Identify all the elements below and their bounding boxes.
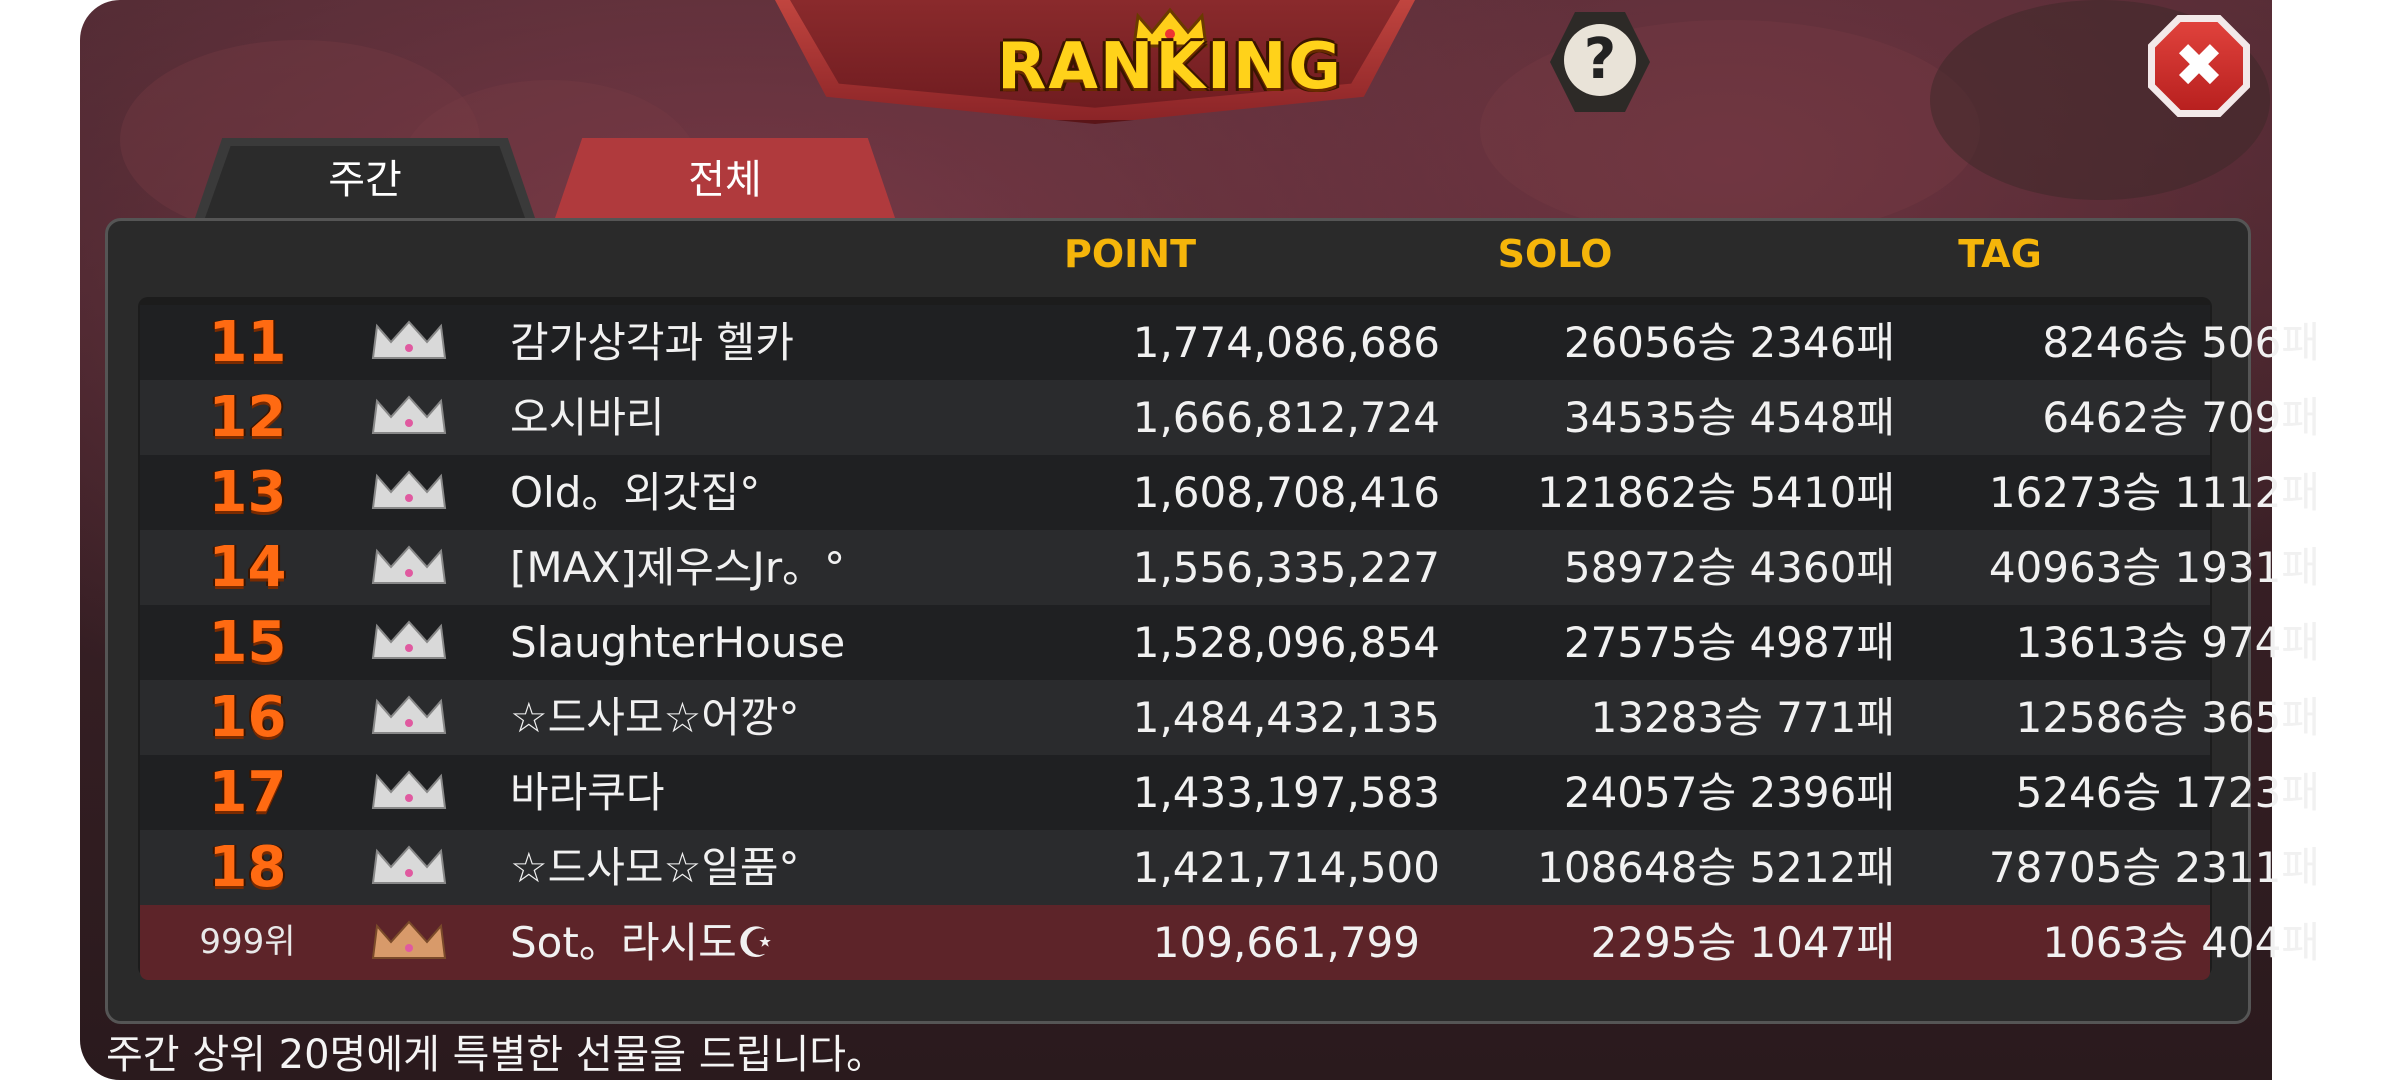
tab-weekly-label[interactable]: 주간 [195,138,535,218]
player-tag-record: 78705승 2311패 [1988,843,2320,892]
my-tag-record: 1063승 404패 [2042,918,2320,967]
crown-icon [365,755,455,830]
player-tag-record: 6462승 709패 [2042,393,2320,442]
player-tag-record: 12586승 365패 [2015,693,2320,742]
player-solo-record: 34535승 4548패 [1563,393,1895,442]
column-header-tag: TAG [1958,232,2042,276]
table-row[interactable]: 15 SlaughterHouse 1,528,096,854 27575승 4… [140,605,2320,680]
player-solo-record: 108648승 5212패 [1537,843,1895,892]
table-row[interactable]: 16 ☆드사모☆어깡° 1,484,432,135 13283승 771패 12… [140,680,2320,755]
player-point: 1,484,432,135 [1132,693,1440,742]
my-rank: 999위 [199,922,296,962]
player-point: 1,774,086,686 [1132,318,1440,367]
rank-number: 18 [208,835,287,900]
player-tag-record: 40963승 1931패 [1988,543,2320,592]
rank-number: 17 [208,760,287,825]
tab-all[interactable]: 전체 [555,138,895,218]
rank-number: 16 [208,685,287,750]
player-solo-record: 58972승 4360패 [1563,543,1895,592]
rank-number: 15 [208,610,287,675]
question-icon[interactable]: ? [1564,24,1636,96]
player-tag-record: 13613승 974패 [2015,618,2320,667]
table-row[interactable]: 17 바라쿠다 1,433,197,583 24057승 2396패 5246승… [140,755,2320,830]
player-solo-record: 121862승 5410패 [1537,468,1895,517]
player-solo-record: 27575승 4987패 [1563,618,1895,667]
crown-icon [365,380,455,455]
column-header-point: POINT [1063,232,1197,276]
close-icon[interactable]: ✖ [2155,22,2243,110]
player-solo-record: 24057승 2396패 [1563,768,1895,817]
table-row[interactable]: 18 ☆드사모☆일품° 1,421,714,500 108648승 5212패 … [140,830,2320,905]
player-point: 1,528,096,854 [1132,618,1440,667]
rank-number: 12 [208,385,287,450]
player-tag-record: 8246승 506패 [2042,318,2320,367]
table-row[interactable]: 11 감가상각과 헬카 1,774,086,686 26056승 2346패 8… [140,305,2320,380]
table-row[interactable]: 14 [MAX]제우스Jr。° 1,556,335,227 58972승 436… [140,530,2320,605]
column-header-solo: SOLO [1497,232,1613,276]
player-tag-record: 5246승 1723패 [2015,768,2320,817]
table-row[interactable]: 13 Old。외갓집° 1,608,708,416 121862승 5410패 … [140,455,2320,530]
crown-icon [365,455,455,530]
player-point: 1,556,335,227 [1132,543,1440,592]
crown-icon [365,830,455,905]
player-point: 1,666,812,724 [1132,393,1440,442]
reward-notice: 주간 상위 20명에게 특별한 선물을 드립니다。 [106,1032,887,1078]
crown-icon [365,305,455,380]
my-ranking-row[interactable]: 999위 Sot。라시도☪ 109,661,799 2295승 1047패 10… [140,905,2320,980]
player-point: 1,433,197,583 [1132,768,1440,817]
player-point: 1,608,708,416 [1132,468,1440,517]
player-solo-record: 13283승 771패 [1590,693,1895,742]
crown-icon [365,680,455,755]
player-tag-record: 16273승 1112패 [1988,468,2320,517]
crown-icon [365,530,455,605]
crown-icon [365,605,455,680]
player-solo-record: 26056승 2346패 [1563,318,1895,367]
player-point: 1,421,714,500 [1132,843,1440,892]
my-point: 109,661,799 [1152,918,1420,967]
my-solo-record: 2295승 1047패 [1590,918,1895,967]
rank-number: 13 [208,460,287,525]
rank-number: 11 [208,310,287,375]
bronze-crown-icon [365,905,455,980]
table-row[interactable]: 12 오시바리 1,666,812,724 34535승 4548패 6462승… [140,380,2320,455]
page-title: RANKING [997,30,1343,104]
rank-number: 14 [208,535,287,600]
